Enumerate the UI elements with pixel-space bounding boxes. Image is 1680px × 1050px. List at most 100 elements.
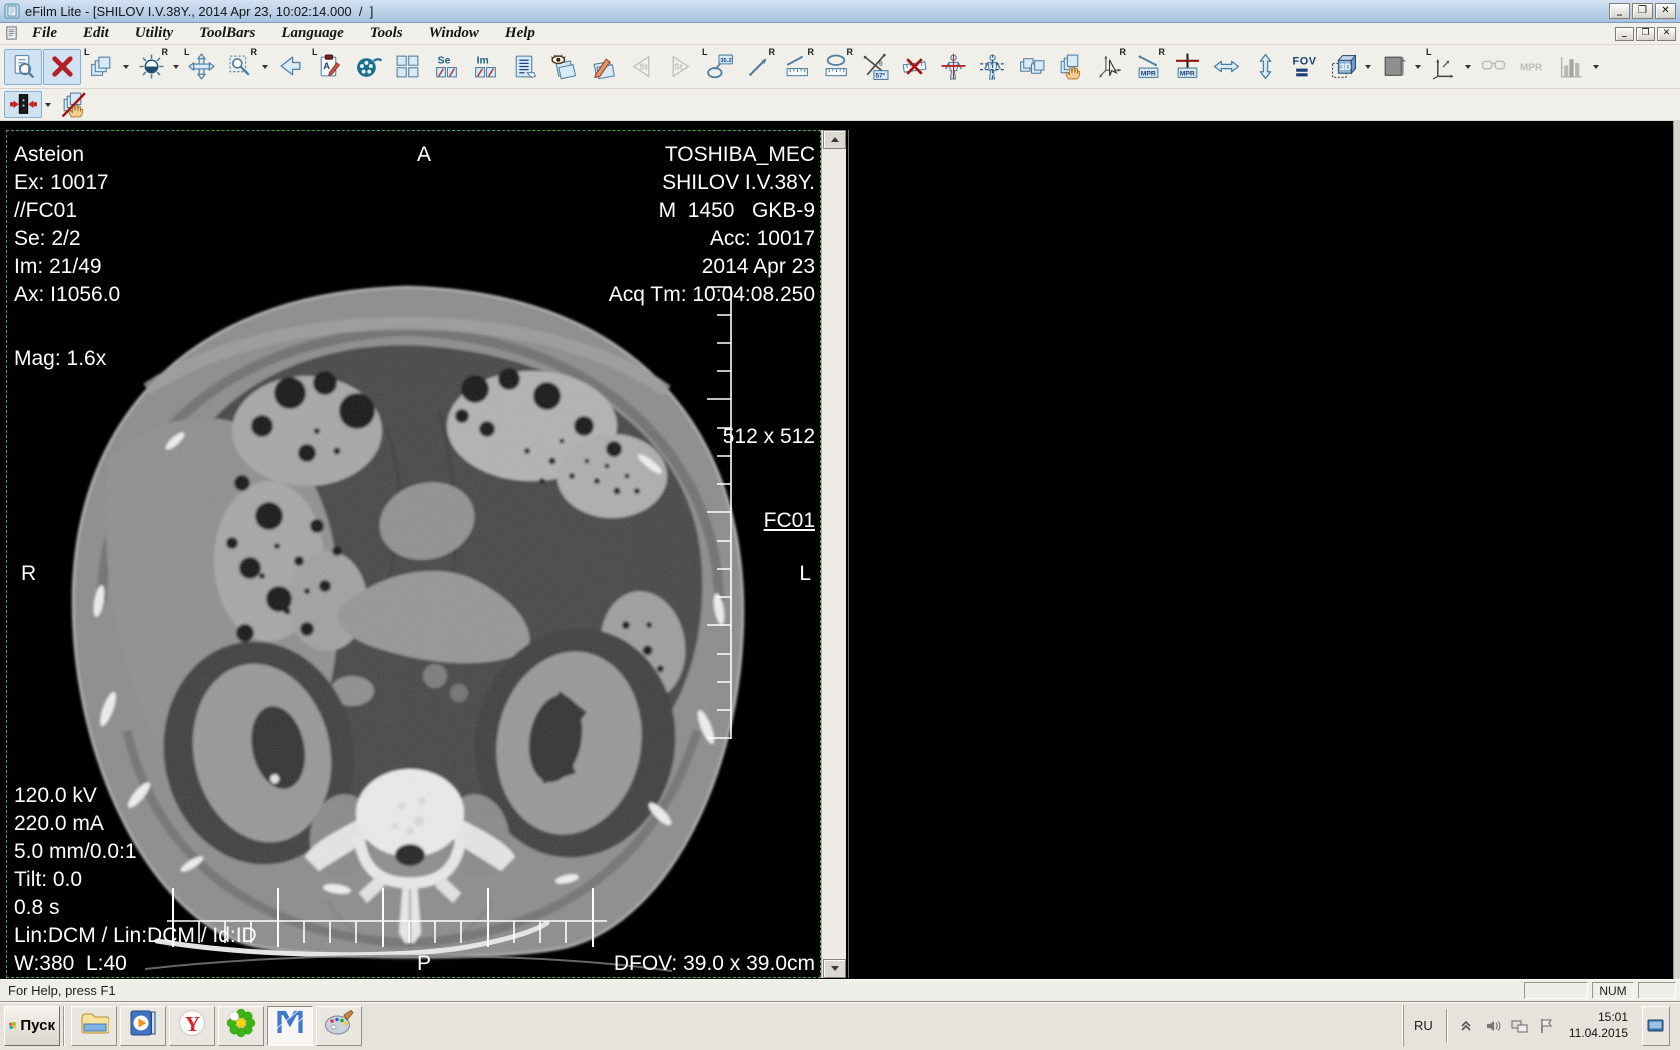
mpr-orthogonal-button[interactable]: MPR — [1168, 49, 1206, 85]
overlay-line: Acq Tm: 10:04:08.250 — [609, 281, 815, 309]
close-study-icon — [49, 53, 76, 80]
viewport-scrollbar[interactable] — [821, 130, 846, 978]
scroll-up-icon[interactable] — [823, 130, 846, 149]
overlay-top-right: TOSHIBA_MECSHILOV I.V.38Y.M 1450 GKB-9Ac… — [609, 141, 815, 309]
tile-series-button[interactable] — [1012, 49, 1050, 85]
chevron-down-icon — [1593, 65, 1599, 69]
window-level-button[interactable]: R — [132, 49, 170, 85]
overlay-line: TOSHIBA_MEC — [609, 141, 815, 169]
image-layout-button[interactable]: Im — [466, 49, 504, 85]
cine-button[interactable] — [349, 49, 387, 85]
open-study-button[interactable] — [4, 49, 42, 85]
zoom-dropdown[interactable] — [259, 52, 270, 82]
efilm-m-taskbar-button[interactable] — [267, 1006, 313, 1046]
ct-viewport[interactable]: AsteionEx: 10017//FC01Se: 2/2Im: 21/49Ax… — [6, 130, 821, 978]
histogram-icon — [1558, 53, 1585, 80]
layout-protocol-button[interactable] — [388, 49, 426, 85]
histogram-button[interactable] — [1552, 49, 1590, 85]
stack-mode-button[interactable]: L — [82, 49, 120, 85]
cursor-3d-button[interactable]: R — [1090, 49, 1128, 85]
reset-display-button[interactable] — [271, 49, 309, 85]
cursor-3d-icon — [1096, 53, 1123, 80]
mpr-label-button[interactable]: MPR — [1513, 49, 1551, 85]
stack-scroll-button[interactable] — [1051, 49, 1089, 85]
window-title: eFilm Lite - [SHILOV I.V.38Y., 2014 Apr … — [25, 4, 1609, 19]
paint-icon — [324, 1008, 354, 1043]
zoom-button[interactable]: R — [221, 49, 259, 85]
restore-icon[interactable]: ❐ — [1632, 3, 1653, 19]
measure-angle-button[interactable]: θ57° — [856, 49, 894, 85]
arrow-annotation-button[interactable]: R — [739, 49, 777, 85]
language-indicator[interactable]: RU — [1410, 1018, 1437, 1033]
annotations-icon: A — [316, 53, 343, 80]
prev-study-button[interactable]: St — [622, 49, 660, 85]
yandex-browser-icon: Y — [177, 1008, 207, 1043]
clock[interactable]: 15:01 11.04.2015 — [1569, 1010, 1628, 1041]
child-restore-icon[interactable]: ❐ — [1636, 27, 1655, 41]
menu-tools[interactable]: Tools — [357, 24, 416, 43]
edit-report-button[interactable] — [583, 49, 621, 85]
menu-edit[interactable]: Edit — [70, 24, 122, 43]
start-button[interactable]: Пуск — [4, 1006, 60, 1046]
close-study-button[interactable] — [43, 49, 81, 85]
orientation-axes-dropdown[interactable] — [1462, 52, 1473, 82]
scroll-down-icon[interactable] — [823, 959, 846, 978]
minimize-icon[interactable]: _ — [1609, 3, 1630, 19]
volume-3d-button[interactable]: 3D — [1324, 49, 1362, 85]
yandex-browser-taskbar-button[interactable]: Y — [169, 1006, 215, 1046]
child-minimize-icon[interactable]: _ — [1615, 27, 1634, 41]
localizer-lines-button[interactable] — [973, 49, 1011, 85]
menu-window[interactable]: Window — [416, 24, 492, 43]
measure-ellipse-button[interactable]: R — [817, 49, 855, 85]
hint-r-label: R — [808, 47, 815, 57]
media-player-taskbar-button[interactable] — [120, 1006, 166, 1046]
shutter-dropdown[interactable] — [1412, 52, 1423, 82]
arrow-annotation-icon — [745, 53, 772, 80]
no-stack-scroll-button[interactable] — [54, 91, 92, 118]
series-layout-button[interactable]: Se — [427, 49, 465, 85]
mpr-oblique-button[interactable]: MPRR — [1129, 49, 1167, 85]
shutter-button[interactable] — [1374, 49, 1412, 85]
icq-taskbar-button[interactable] — [218, 1006, 264, 1046]
stereo-glasses-button[interactable] — [1474, 49, 1512, 85]
hint-l-label: L — [702, 47, 708, 57]
close-icon[interactable]: ✕ — [1655, 3, 1676, 19]
delete-measurements-button[interactable] — [895, 49, 933, 85]
measure-length-button[interactable]: R — [778, 49, 816, 85]
view-report-button[interactable] — [544, 49, 582, 85]
next-study-button[interactable]: St — [661, 49, 699, 85]
child-close-icon[interactable]: ✕ — [1657, 27, 1676, 41]
overlay-line: Lin:DCM / Lin:DCM / Id:ID — [14, 922, 257, 950]
report-button[interactable] — [505, 49, 543, 85]
menu-utility[interactable]: Utility — [122, 24, 186, 43]
menu-file[interactable]: File — [19, 24, 70, 43]
probe-button[interactable]: 35.2L — [700, 49, 738, 85]
fov-button[interactable]: FOV — [1285, 49, 1323, 85]
empty-viewport[interactable] — [848, 130, 1673, 978]
pan-button[interactable]: L — [182, 49, 220, 85]
compress-button[interactable] — [4, 91, 42, 118]
flag-icon[interactable] — [1538, 1017, 1556, 1035]
flip-vertical-button[interactable] — [1246, 49, 1284, 85]
compress-dropdown[interactable] — [42, 90, 53, 120]
patient-orientation-button[interactable] — [934, 49, 972, 85]
document-icon[interactable] — [4, 26, 19, 41]
network-icon[interactable] — [1511, 1017, 1529, 1035]
window-level-dropdown[interactable] — [170, 52, 181, 82]
volume-icon[interactable] — [1484, 1017, 1502, 1035]
paint-taskbar-button[interactable] — [316, 1006, 362, 1046]
orientation-axes-button[interactable]: L — [1424, 49, 1462, 85]
taskbar-divider — [63, 1006, 65, 1046]
menu-toolbars[interactable]: ToolBars — [186, 24, 268, 43]
flip-horizontal-button[interactable] — [1207, 49, 1245, 85]
menu-help[interactable]: Help — [492, 24, 548, 43]
show-desktop-button[interactable] — [1642, 1006, 1670, 1046]
stack-mode-dropdown[interactable] — [120, 52, 131, 82]
explorer-taskbar-button[interactable] — [71, 1006, 117, 1046]
menu-language[interactable]: Language — [268, 24, 357, 43]
histogram-dropdown[interactable] — [1590, 52, 1601, 82]
chevron-up-icon[interactable] — [1457, 1017, 1475, 1035]
overlay-line: SHILOV I.V.38Y. — [609, 169, 815, 197]
volume-3d-dropdown[interactable] — [1362, 52, 1373, 82]
annotations-button[interactable]: AL — [310, 49, 348, 85]
